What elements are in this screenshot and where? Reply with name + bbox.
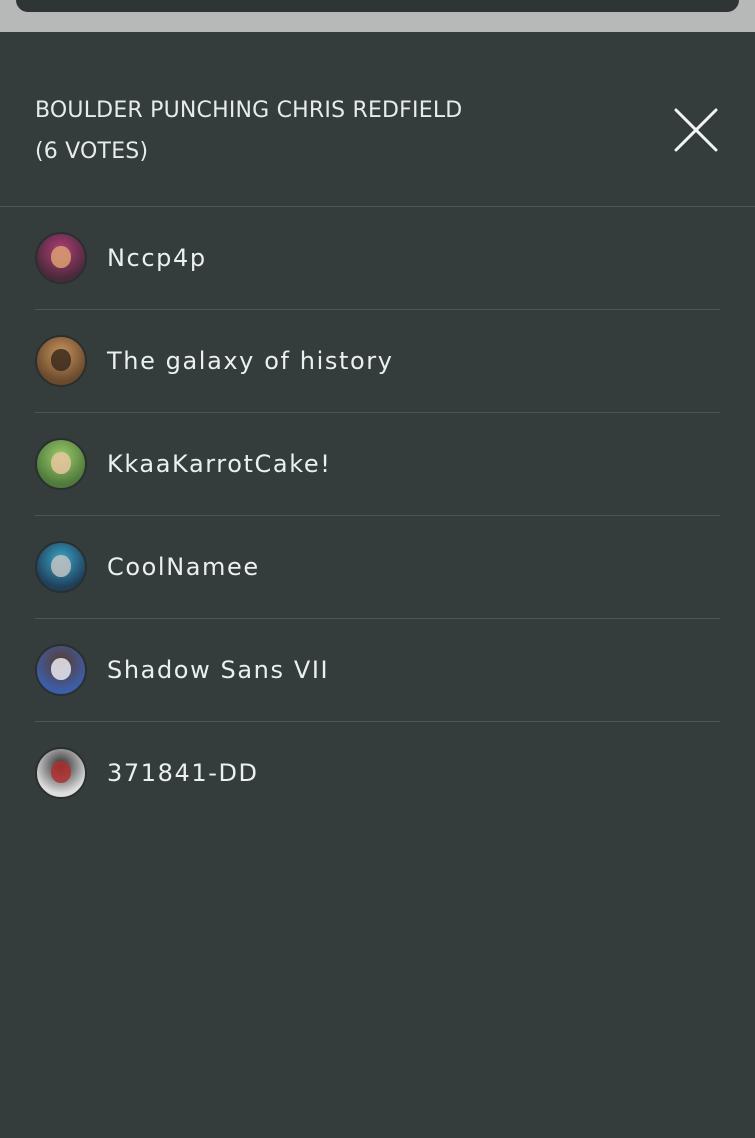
close-button[interactable]	[672, 106, 720, 154]
background-page-strip	[0, 0, 755, 32]
avatar	[35, 747, 87, 799]
voter-row[interactable]: Nccp4p	[35, 207, 720, 310]
voter-list: Nccp4p The galaxy of history KkaaKarrotC…	[35, 207, 720, 824]
avatar	[35, 644, 87, 696]
voter-name: Nccp4p	[107, 244, 207, 272]
voter-row[interactable]: CoolNamee	[35, 516, 720, 619]
votes-modal: BOULDER PUNCHING CHRIS REDFIELD (6 VOTES…	[0, 32, 755, 1138]
voter-name: KkaaKarrotCake!	[107, 450, 332, 478]
voter-row[interactable]: The galaxy of history	[35, 310, 720, 413]
avatar	[35, 541, 87, 593]
voter-name: The galaxy of history	[107, 347, 394, 375]
modal-title-option: BOULDER PUNCHING CHRIS REDFIELD	[35, 98, 463, 123]
voter-name: CoolNamee	[107, 553, 260, 581]
close-icon	[674, 108, 718, 152]
avatar	[35, 438, 87, 490]
voter-name: 371841-DD	[107, 759, 259, 787]
avatar	[35, 335, 87, 387]
voter-row[interactable]: 371841-DD	[35, 722, 720, 824]
modal-title: BOULDER PUNCHING CHRIS REDFIELD (6 VOTES…	[35, 90, 595, 172]
modal-header: BOULDER PUNCHING CHRIS REDFIELD (6 VOTES…	[0, 32, 755, 207]
voter-row[interactable]: Shadow Sans VII	[35, 619, 720, 722]
avatar	[35, 232, 87, 284]
modal-title-vote-count: (6 VOTES)	[35, 139, 149, 164]
background-page-bar	[16, 0, 739, 12]
voter-name: Shadow Sans VII	[107, 656, 330, 684]
voter-row[interactable]: KkaaKarrotCake!	[35, 413, 720, 516]
